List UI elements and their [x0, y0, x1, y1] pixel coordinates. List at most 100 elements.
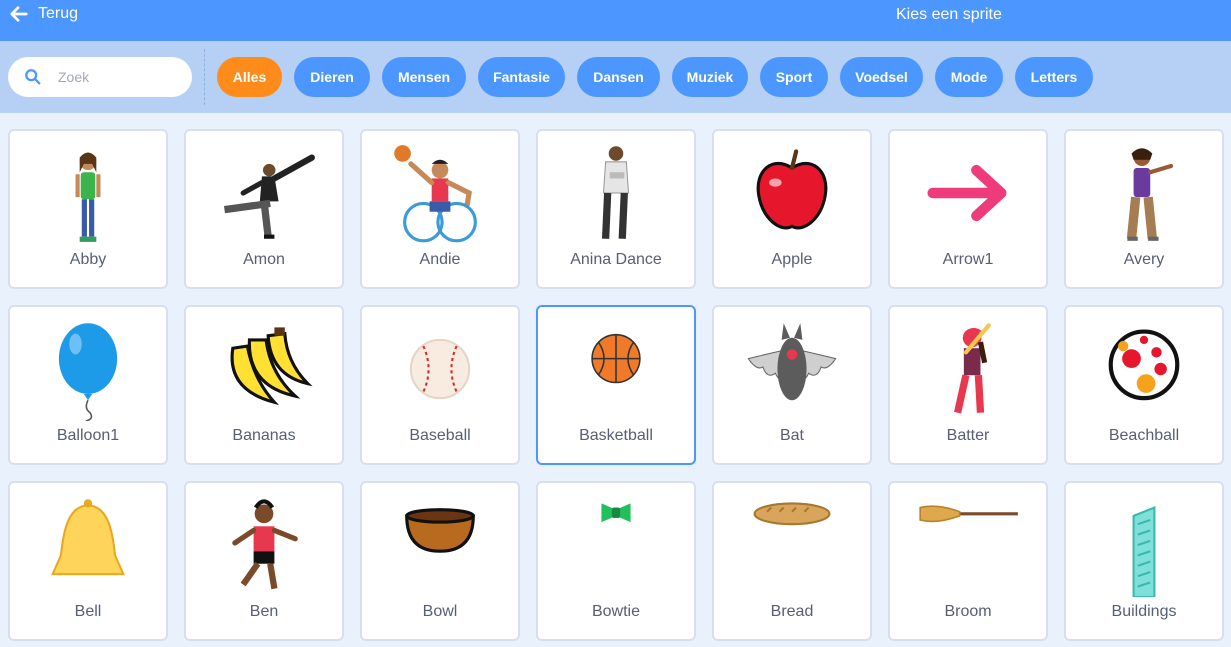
- tag-sport[interactable]: Sport: [760, 57, 828, 97]
- avery-icon: [1126, 148, 1174, 241]
- top-bar: Terug Kies een sprite: [0, 0, 1231, 41]
- tag-muziek[interactable]: Muziek: [672, 57, 748, 97]
- sprite-card[interactable]: Bowl: [360, 481, 520, 641]
- sprite-card[interactable]: Anina Dance: [536, 129, 696, 289]
- sprite-label: Bread: [770, 603, 814, 620]
- sprite-thumbnail: [538, 315, 694, 423]
- bat-icon: [747, 323, 837, 401]
- sprite-card[interactable]: Bread: [712, 481, 872, 641]
- sprite-thumbnail: [538, 139, 694, 247]
- sprite-thumbnail: [186, 315, 342, 423]
- search-box[interactable]: [8, 57, 192, 97]
- batter-icon: [954, 323, 991, 414]
- sprite-card[interactable]: Bat: [712, 305, 872, 465]
- sprite-label: Broom: [944, 603, 992, 620]
- balloon-icon: [58, 323, 118, 421]
- back-button[interactable]: Terug: [10, 5, 78, 23]
- sprite-label: Amon: [243, 251, 285, 268]
- sprite-label: Bat: [779, 427, 804, 444]
- sprite-card[interactable]: Broom: [888, 481, 1048, 641]
- bowl-icon: [405, 508, 475, 553]
- sprite-card[interactable]: Basketball: [536, 305, 696, 465]
- sprite-thumbnail: [890, 139, 1046, 247]
- arrow1-icon: [927, 164, 1007, 222]
- sprite-grid: Abby Amon Andie Anina Dance Apple Arrow1 Avery…: [8, 129, 1224, 641]
- sprite-thumbnail: [10, 139, 166, 247]
- sprite-card[interactable]: Avery: [1064, 129, 1224, 289]
- sprite-thumbnail: [714, 491, 870, 599]
- sprite-card[interactable]: Ben: [184, 481, 344, 641]
- sprite-thumbnail: [186, 491, 342, 599]
- bowtie-icon: [601, 503, 631, 523]
- baseball-icon: [409, 338, 471, 400]
- sprite-thumbnail: [186, 139, 342, 247]
- arrow-left-icon: [10, 6, 28, 22]
- andie-icon: [394, 145, 477, 243]
- sprite-label: Beachball: [1108, 427, 1180, 444]
- sprite-thumbnail: [538, 491, 694, 599]
- basketball-icon: [591, 333, 641, 384]
- tag-alles[interactable]: Alles: [217, 57, 282, 97]
- sprite-label: Buildings: [1111, 603, 1177, 620]
- sprite-thumbnail: [362, 491, 518, 599]
- tag-dieren[interactable]: Dieren: [294, 57, 370, 97]
- ben-icon: [232, 499, 298, 590]
- abby-icon: [75, 152, 101, 242]
- tag-list: Alles Dieren Mensen Fantasie Dansen Muziek Spo…: [217, 57, 1093, 97]
- sprite-label: Abby: [69, 251, 107, 268]
- sprite-card[interactable]: Arrow1: [888, 129, 1048, 289]
- beachball-icon: [1108, 329, 1180, 401]
- sprite-thumbnail: [1066, 491, 1222, 599]
- tag-mode[interactable]: Mode: [935, 57, 1003, 97]
- search-input[interactable]: [58, 69, 178, 85]
- tag-voedsel[interactable]: Voedsel: [840, 57, 923, 97]
- sprite-label: Ben: [249, 603, 279, 620]
- sprite-thumbnail: [1066, 139, 1222, 247]
- bananas-icon: [230, 327, 313, 406]
- tag-dansen[interactable]: Dansen: [577, 57, 660, 97]
- sprite-thumbnail: [714, 139, 870, 247]
- sprite-label: Balloon1: [56, 427, 120, 444]
- sprite-card[interactable]: Baseball: [360, 305, 520, 465]
- apple-icon: [756, 149, 828, 230]
- sprite-label: Bell: [74, 603, 102, 620]
- sprite-label: Anina Dance: [570, 251, 662, 268]
- sprite-card[interactable]: Buildings: [1064, 481, 1224, 641]
- sprite-thumbnail: [890, 491, 1046, 599]
- sprite-label: Basketball: [579, 427, 653, 444]
- page-title: Kies een sprite: [896, 6, 1002, 23]
- buildings-icon: [1132, 506, 1156, 597]
- anina-dance-icon: [601, 146, 630, 239]
- sprite-label: Andie: [419, 251, 461, 268]
- search-icon: [25, 69, 41, 85]
- sprite-label: Bowtie: [591, 603, 641, 620]
- sprite-thumbnail: [10, 315, 166, 423]
- sprite-label: Bowl: [422, 603, 458, 620]
- sprite-label: Batter: [946, 427, 990, 444]
- sprite-thumbnail: [890, 315, 1046, 423]
- sprite-label: Arrow1: [942, 251, 994, 268]
- tag-mensen[interactable]: Mensen: [382, 57, 466, 97]
- sprite-card[interactable]: Abby: [8, 129, 168, 289]
- tag-fantasie[interactable]: Fantasie: [478, 57, 565, 97]
- sprite-card[interactable]: Amon: [184, 129, 344, 289]
- sprite-card[interactable]: Balloon1: [8, 305, 168, 465]
- sprite-label: Baseball: [409, 427, 471, 444]
- sprite-thumbnail: [362, 139, 518, 247]
- sprite-card[interactable]: Apple: [712, 129, 872, 289]
- sprite-thumbnail: [362, 315, 518, 423]
- tag-letters[interactable]: Letters: [1015, 57, 1093, 97]
- sprite-card[interactable]: Bananas: [184, 305, 344, 465]
- sprite-label: Apple: [771, 251, 813, 268]
- sprite-card[interactable]: Batter: [888, 305, 1048, 465]
- sprite-label: Bananas: [232, 427, 296, 444]
- sprite-card[interactable]: Bell: [8, 481, 168, 641]
- filter-divider: [204, 49, 205, 105]
- sprite-thumbnail: [714, 315, 870, 423]
- filter-bar: Alles Dieren Mensen Fantasie Dansen Muziek Spo…: [0, 41, 1231, 113]
- bread-icon: [753, 502, 831, 526]
- sprite-card[interactable]: Andie: [360, 129, 520, 289]
- sprite-card[interactable]: Beachball: [1064, 305, 1224, 465]
- sprite-card[interactable]: Bowtie: [536, 481, 696, 641]
- back-label: Terug: [38, 5, 79, 22]
